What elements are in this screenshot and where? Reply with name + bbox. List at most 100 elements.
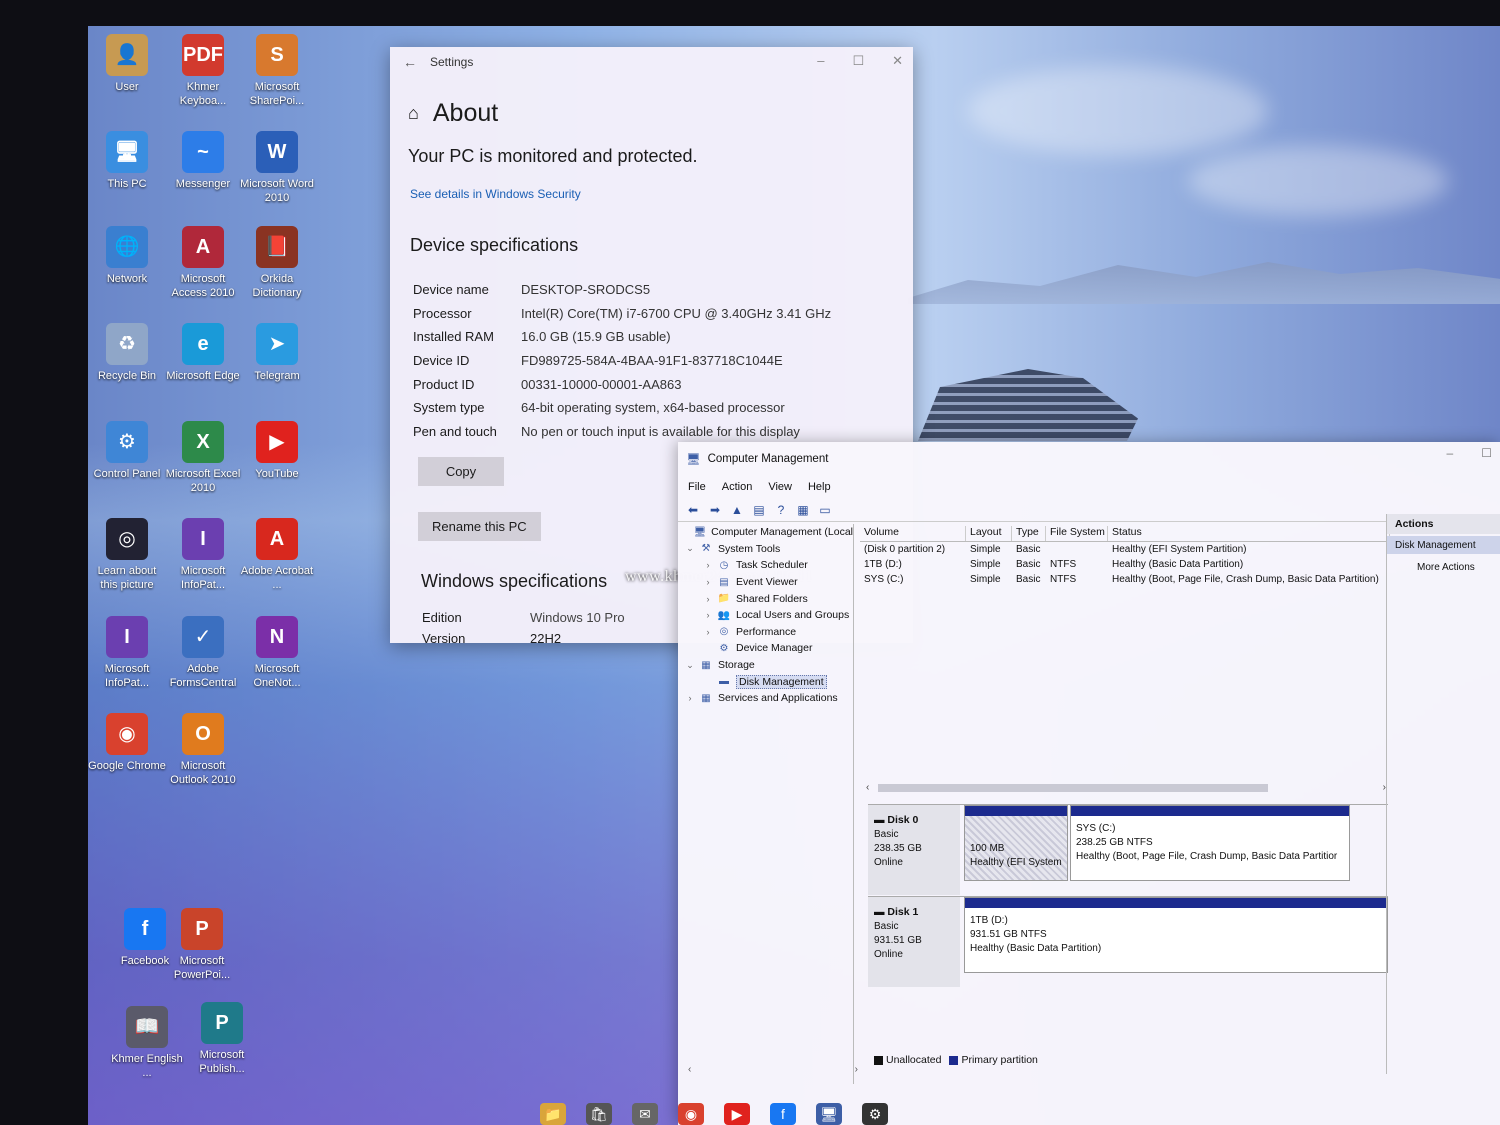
view-icon[interactable]: ▭ (816, 502, 834, 518)
tree-item-system-tools[interactable]: ⌄ ⚒ System Tools (678, 541, 853, 558)
desktop-shortcut[interactable]: W Microsoft Word 2010 (238, 131, 316, 205)
show-hide-tree-icon[interactable]: ▤ (750, 502, 768, 518)
desktop-shortcut[interactable]: N Microsoft OneNot... (238, 616, 316, 690)
menu-view[interactable]: View (768, 481, 792, 493)
desktop-shortcut[interactable]: ◎ Learn about this picture (88, 518, 166, 592)
up-folder-icon[interactable]: ▲ (728, 502, 746, 518)
tree-node-icon: ▤ (719, 576, 729, 588)
tree-item-storage[interactable]: ⌄ ▦ Storage (678, 657, 853, 674)
expand-chevron-icon[interactable]: › (684, 693, 696, 703)
maximize-icon[interactable]: ☐ (852, 53, 864, 69)
menu-file[interactable]: File (688, 481, 706, 493)
desktop-shortcut[interactable]: ◉ Google Chrome (88, 713, 166, 773)
scroll-left-icon[interactable]: ‹ (688, 1064, 691, 1075)
desktop-shortcut[interactable]: 🖥 This PC (88, 131, 166, 191)
desktop-shortcut[interactable]: ▶ YouTube (238, 421, 316, 481)
desktop-shortcut[interactable]: A Adobe Acrobat ... (238, 518, 316, 592)
taskbar-settings-icon[interactable]: ⚙ (862, 1103, 888, 1125)
efi-partition[interactable]: 100 MB Healthy (EFI System (964, 805, 1068, 881)
desktop-shortcut[interactable]: X Microsoft Excel 2010 (164, 421, 242, 495)
back-arrow-icon[interactable]: ← (390, 54, 430, 70)
back-icon[interactable]: ⬅ (684, 502, 702, 518)
menu-action[interactable]: Action (722, 481, 753, 493)
volume-row[interactable]: 1TB (D:) Simple Basic NTFS Healthy (Basic Da… (860, 557, 1390, 572)
expand-chevron-icon[interactable]: › (702, 560, 714, 570)
volume-row[interactable]: (Disk 0 partition 2) Simple Basic Healthy (… (860, 542, 1390, 557)
volume-row[interactable]: SYS (C:) Simple Basic NTFS Healthy (Boot, Pa… (860, 572, 1390, 587)
properties-icon[interactable]: ▦ (794, 502, 812, 518)
expand-chevron-icon[interactable]: › (702, 577, 714, 587)
taskbar-facebook-icon[interactable]: f (770, 1103, 796, 1125)
desktop-shortcut[interactable]: 🌐 Network (88, 226, 166, 286)
desktop-shortcut[interactable]: I Microsoft InfoPat... (164, 518, 242, 592)
tree-item-device-manager[interactable]: ⚙ Device Manager (678, 640, 853, 657)
desktop-shortcut[interactable]: ➤ Telegram (238, 323, 316, 383)
desktop-shortcut[interactable]: ⚙ Control Panel (88, 421, 166, 481)
windows-security-link[interactable]: See details in Windows Security (410, 187, 913, 201)
column-header-status[interactable]: Status (1108, 526, 1390, 541)
scroll-thumb[interactable] (878, 784, 1268, 792)
taskbar-mail-icon[interactable]: ✉ (632, 1103, 658, 1125)
desktop-shortcut[interactable]: I Microsoft InfoPat... (88, 616, 166, 690)
cm-minimize-icon[interactable]: – (1447, 446, 1454, 460)
tree-item-local-users-and-groups[interactable]: › 👥 Local Users and Groups (678, 607, 853, 624)
expand-chevron-icon[interactable]: › (702, 627, 714, 637)
desktop-shortcut[interactable]: 📕 Orkida Dictionary (238, 226, 316, 300)
disk-0-label[interactable]: ▬ Disk 0 Basic 238.35 GB Online (868, 805, 960, 895)
expand-chevron-icon[interactable]: › (702, 594, 714, 604)
expand-chevron-icon[interactable]: ⌄ (684, 543, 696, 554)
tree-item-event-viewer[interactable]: › ▤ Event Viewer (678, 574, 853, 591)
desktop-shortcut[interactable]: P Microsoft PowerPoi... (163, 908, 241, 982)
tree-item-services-and-applications[interactable]: › ▦ Services and Applications (678, 690, 853, 707)
scroll-left-icon[interactable]: ‹ (866, 782, 869, 793)
tree-item-label: System Tools (718, 542, 781, 555)
actions-disk-management[interactable]: Disk Management (1387, 536, 1500, 554)
disk-0-row[interactable]: ▬ Disk 0 Basic 238.35 GB Online 100 MB H… (868, 804, 1388, 895)
help-icon[interactable]: ? (772, 502, 790, 518)
tree-item-disk-management[interactable]: ▬ Disk Management (678, 673, 853, 690)
expand-chevron-icon[interactable]: ⌄ (684, 660, 696, 671)
close-icon[interactable]: ✕ (892, 53, 903, 69)
tree-scrollbar[interactable]: ‹ › (688, 1062, 858, 1076)
tree-item-computer-management-local[interactable]: 🖥 Computer Management (Local (678, 524, 853, 541)
desktop-shortcut[interactable]: ♻ Recycle Bin (88, 323, 166, 383)
tree-item-shared-folders[interactable]: › 📁 Shared Folders (678, 590, 853, 607)
1tb-d-partition[interactable]: 1TB (D:) 931.51 GB NTFS Healthy (Basic D… (964, 897, 1388, 973)
volume-cell: Healthy (Basic Data Partition) (1112, 559, 1244, 570)
column-header-layout[interactable]: Layout (966, 526, 1012, 541)
column-header-file-system[interactable]: File System (1046, 526, 1108, 541)
scroll-right-icon[interactable]: › (855, 1064, 858, 1075)
desktop-shortcut[interactable]: O Microsoft Outlook 2010 (164, 713, 242, 787)
rename-pc-button[interactable]: Rename this PC (418, 512, 541, 542)
taskbar-store-icon[interactable]: 🛍 (586, 1103, 612, 1125)
edition-value: Windows 10 Pro (530, 610, 625, 626)
menu-help[interactable]: Help (808, 481, 831, 493)
taskbar-chrome-icon[interactable]: ◉ (678, 1103, 704, 1125)
disk-1-row[interactable]: ▬ Disk 1 Basic 931.51 GB Online 1TB (D:)… (868, 896, 1388, 987)
desktop-shortcut[interactable]: A Microsoft Access 2010 (164, 226, 242, 300)
volume-list-scrollbar[interactable]: ‹ › (866, 780, 1386, 794)
copy-button[interactable]: Copy (418, 457, 504, 487)
column-header-volume[interactable]: Volume (860, 526, 966, 541)
desktop-shortcut[interactable]: PDF Khmer Keyboa... (164, 34, 242, 108)
desktop-shortcut[interactable]: P Microsoft Publish... (183, 1002, 261, 1076)
cm-maximize-icon[interactable]: ☐ (1481, 446, 1492, 460)
forward-icon[interactable]: ➡ (706, 502, 724, 518)
desktop-shortcut[interactable]: e Microsoft Edge (164, 323, 242, 383)
desktop-shortcut[interactable]: ~ Messenger (164, 131, 242, 191)
desktop-shortcut[interactable]: ✓ Adobe FormsCentral (164, 616, 242, 690)
column-header-type[interactable]: Type (1012, 526, 1046, 541)
desktop-shortcut[interactable]: S Microsoft SharePoi... (238, 34, 316, 108)
tree-item-performance[interactable]: › ◎ Performance (678, 624, 853, 641)
minimize-icon[interactable]: – (817, 53, 824, 69)
disk-1-label[interactable]: ▬ Disk 1 Basic 931.51 GB Online (868, 897, 960, 987)
taskbar-youtube-icon[interactable]: ▶ (724, 1103, 750, 1125)
more-actions-link[interactable]: More Actions (1417, 562, 1500, 573)
sys-c-partition[interactable]: SYS (C:) 238.25 GB NTFS Healthy (Boot, P… (1070, 805, 1350, 881)
tree-item-task-scheduler[interactable]: › ◷ Task Scheduler (678, 557, 853, 574)
taskbar-explorer-icon[interactable]: 📁 (540, 1103, 566, 1125)
taskbar-computer-management-icon[interactable]: 🖥 (816, 1103, 842, 1125)
desktop-shortcut[interactable]: 📖 Khmer English ... (108, 1006, 186, 1080)
desktop-shortcut[interactable]: 👤 User (88, 34, 166, 94)
expand-chevron-icon[interactable]: › (702, 610, 714, 620)
